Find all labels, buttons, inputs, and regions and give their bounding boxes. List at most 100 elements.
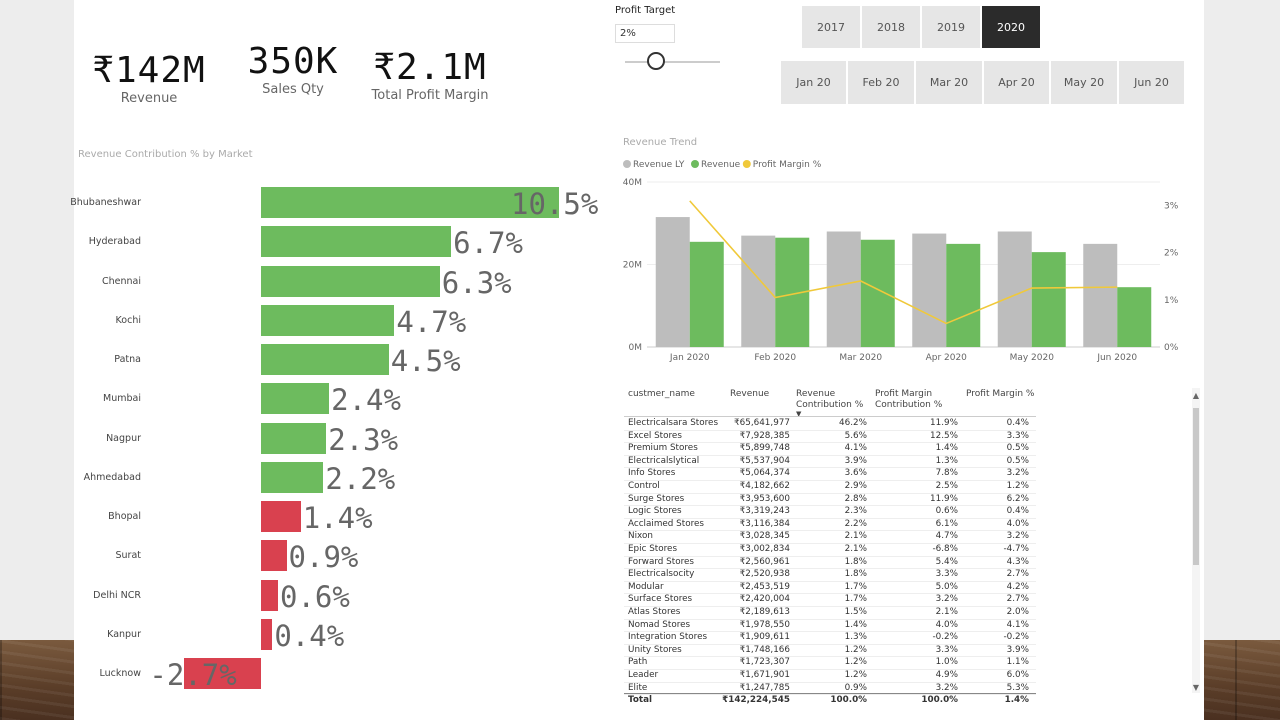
cell-profit-margin: -4.7% xyxy=(1003,544,1029,554)
legend-marker xyxy=(623,160,631,168)
table-row[interactable]: Leader ₹1,671,901 1.2% 4.9% 6.0% xyxy=(624,669,1036,683)
table-row[interactable]: Info Stores ₹5,064,374 3.6% 7.8% 3.2% xyxy=(624,467,1036,481)
table-row[interactable]: Electricalslytical ₹5,537,904 3.9% 1.3% 0.5% xyxy=(624,455,1036,469)
cell-profit-margin: 0.4% xyxy=(1006,418,1029,428)
cell-customer: Leader xyxy=(628,670,659,680)
table-row[interactable]: Logic Stores ₹3,319,243 2.3% 0.6% 0.4% xyxy=(624,505,1036,519)
table-total-row: Total ₹142,224,545 100.0% 100.0% 1.4% xyxy=(624,693,1036,707)
col-header-customer[interactable]: custmer_name xyxy=(628,389,695,400)
table-row[interactable]: Modular ₹2,453,519 1.7% 5.0% 4.2% xyxy=(624,581,1036,595)
table-row[interactable]: Acclaimed Stores ₹3,116,384 2.2% 6.1% 4.0% xyxy=(624,518,1036,532)
y2-tick-label: 1% xyxy=(1164,296,1179,306)
cell-customer: Control xyxy=(628,481,660,491)
cell-customer: Acclaimed Stores xyxy=(628,518,705,529)
cell-customer: Excel Stores xyxy=(628,430,682,441)
table-row[interactable]: Control ₹4,182,662 2.9% 2.5% 1.2% xyxy=(624,480,1036,494)
cell-customer: Surface Stores xyxy=(628,594,693,605)
cell-revenue: ₹65,641,977 xyxy=(734,418,790,428)
revenue-bar xyxy=(689,241,724,347)
cell-revenue: ₹3,319,243 xyxy=(739,506,790,517)
cell-revenue: ₹3,953,600 xyxy=(739,493,790,504)
table-row[interactable]: Electricalsocity ₹2,520,938 1.8% 3.3% 2.7% xyxy=(624,568,1036,582)
cell-customer: Unity Stores xyxy=(628,644,682,655)
cell-revenue: ₹1,723,307 xyxy=(739,657,790,668)
table-row[interactable]: Electricalsara Stores ₹65,641,977 46.2% 11.… xyxy=(624,417,1036,431)
table-row[interactable]: Premium Stores ₹5,899,748 4.1% 1.4% 0.5% xyxy=(624,442,1036,456)
cell-revenue: ₹4,182,662 xyxy=(739,481,790,491)
table-row[interactable]: Integration Stores ₹1,909,611 1.3% -0.2% -0.… xyxy=(624,631,1036,645)
cell-profit-contribution: 5.0% xyxy=(935,581,958,592)
table-row[interactable]: Nixon ₹3,028,345 2.1% 4.7% 3.2% xyxy=(624,530,1036,544)
table-row[interactable]: Epic Stores ₹3,002,834 2.1% -6.8% -4.7% xyxy=(624,543,1036,557)
cell-revenue: ₹2,453,519 xyxy=(739,581,790,592)
cell-revenue-contribution: 2.9% xyxy=(844,481,867,491)
legend-label: Profit Margin % xyxy=(753,160,822,170)
table-scrollbar-thumb[interactable] xyxy=(1193,408,1199,565)
cell-profit-margin: 1.2% xyxy=(1006,481,1029,491)
market-bar[interactable] xyxy=(261,540,287,572)
revenue-bar xyxy=(1117,287,1152,347)
market-bar-data-label: 0.4% xyxy=(274,618,345,653)
cell-profit-contribution: 1.0% xyxy=(935,657,958,668)
y-tick-label: 40M xyxy=(623,178,642,188)
cell-revenue: ₹2,560,961 xyxy=(739,556,790,567)
cell-revenue-contribution: 1.7% xyxy=(844,594,867,605)
table-row[interactable]: Forward Stores ₹2,560,961 1.8% 5.4% 4.3% xyxy=(624,556,1036,570)
cell-revenue: ₹1,671,901 xyxy=(739,670,790,680)
revenue-ly-bar xyxy=(912,233,947,347)
cell-customer: Premium Stores xyxy=(628,443,698,454)
cell-customer: Nixon xyxy=(628,531,653,542)
table-row[interactable]: Excel Stores ₹7,928,385 5.6% 12.5% 3.3% xyxy=(624,430,1036,444)
cell-customer: Epic Stores xyxy=(628,544,678,554)
cell-profit-margin: 0.4% xyxy=(1006,506,1029,517)
cell-profit-contribution: 2.5% xyxy=(935,481,958,491)
market-bar[interactable] xyxy=(261,579,279,611)
table-row[interactable]: Unity Stores ₹1,748,166 1.2% 3.3% 3.9% xyxy=(624,644,1036,658)
cell-revenue: ₹5,537,904 xyxy=(739,455,790,466)
market-label: Delhi NCR xyxy=(93,589,141,601)
market-bar[interactable] xyxy=(261,501,301,532)
cell-revenue-contribution: 4.1% xyxy=(844,443,867,454)
cell-profit-contribution: 4.9% xyxy=(935,670,958,680)
cell-profit-contribution: 12.5% xyxy=(930,430,958,441)
table-row[interactable]: Atlas Stores ₹2,189,613 1.5% 2.1% 2.0% xyxy=(624,606,1036,620)
cell-profit-margin: 6.2% xyxy=(1006,493,1029,504)
cell-revenue-contribution: 1.3% xyxy=(844,632,867,643)
scroll-up-icon[interactable]: ▲ xyxy=(1192,391,1200,400)
cell-revenue: ₹5,064,374 xyxy=(739,468,790,479)
cell-profit-margin: -0.2% xyxy=(1003,632,1029,643)
cell-customer: Modular xyxy=(628,581,664,592)
cell-profit-contribution: 1.3% xyxy=(935,455,958,466)
cell-revenue-contribution: 2.1% xyxy=(844,544,867,554)
cell-revenue-contribution: 2.8% xyxy=(844,493,867,504)
y2-tick-label: 3% xyxy=(1164,202,1179,212)
market-bar[interactable] xyxy=(261,461,324,493)
cell-profit-contribution: 3.3% xyxy=(935,644,958,655)
col-header-profit-margin-contribution[interactable]: Profit Margin Contribution % xyxy=(875,389,955,411)
col-header-profit-margin[interactable]: Profit Margin % xyxy=(966,389,1035,400)
table-row[interactable]: Path ₹1,723,307 1.2% 1.0% 1.1% xyxy=(624,656,1036,670)
table-row[interactable]: Surge Stores ₹3,953,600 2.8% 11.9% 6.2% xyxy=(624,493,1036,507)
cell-revenue: ₹2,420,004 xyxy=(739,594,790,605)
total-label: Total xyxy=(628,695,653,705)
market-bar[interactable] xyxy=(261,383,330,415)
market-bar-data-label: 1.4% xyxy=(302,501,373,535)
market-bar[interactable] xyxy=(261,422,327,454)
table-row[interactable]: Nomad Stores ₹1,978,550 1.4% 4.0% 4.1% xyxy=(624,619,1036,633)
scroll-down-icon[interactable]: ▼ xyxy=(1192,683,1200,692)
cell-revenue-contribution: 3.6% xyxy=(844,468,867,479)
cell-customer: Electricalsocity xyxy=(628,569,695,580)
total-profit-margin: 1.4% xyxy=(1004,695,1029,705)
cell-profit-margin: 3.2% xyxy=(1006,468,1029,479)
col-header-revenue[interactable]: Revenue xyxy=(730,389,769,400)
customer-table: custmer_name Revenue Revenue Contributio… xyxy=(620,385,1200,715)
col-header-revenue-contribution[interactable]: Revenue Contribution % xyxy=(796,389,866,411)
market-bar[interactable] xyxy=(261,618,273,650)
cell-profit-margin: 0.5% xyxy=(1006,455,1029,466)
cell-profit-margin: 3.3% xyxy=(1006,430,1029,441)
cell-profit-contribution: -6.8% xyxy=(932,544,958,554)
total-revenue: ₹142,224,545 xyxy=(722,695,790,705)
cell-revenue-contribution: 5.6% xyxy=(844,430,867,441)
table-row[interactable]: Surface Stores ₹2,420,004 1.7% 3.2% 2.7% xyxy=(624,593,1036,607)
cell-profit-margin: 4.1% xyxy=(1006,619,1029,630)
